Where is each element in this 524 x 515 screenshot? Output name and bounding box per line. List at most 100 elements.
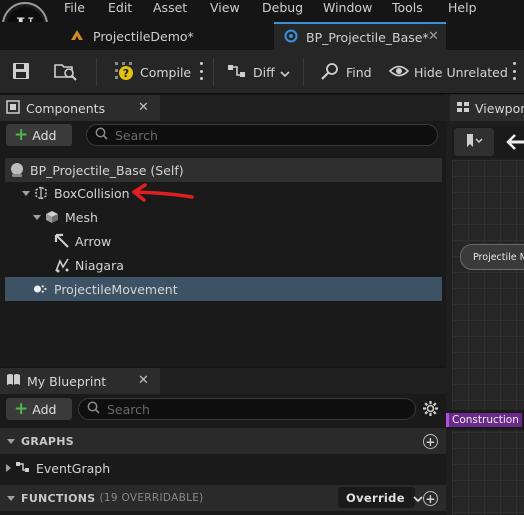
add-function-icon[interactable]: + [423,491,438,506]
event-graph-canvas[interactable] [452,160,524,515]
close-blueprint-icon[interactable]: ✕ [138,373,149,388]
toolbar-separator [213,58,214,86]
plus-icon: + [14,398,29,419]
search-placeholder: Search [115,127,158,143]
add-component-button[interactable]: + Add [6,124,72,146]
cube-icon [44,209,60,225]
toolbar-separator [96,58,97,86]
graphs-section-header[interactable]: GRAPHS + [0,428,446,454]
functions-count: (19 OVERRIDABLE) [99,492,204,504]
tree-item-mesh[interactable]: Mesh [5,205,442,229]
close-components-icon[interactable]: ✕ [138,100,149,115]
search-placeholder: Search [107,401,150,417]
add-member-button[interactable]: + Add [6,398,72,420]
document-tab-strip: ProjectileDemo* BP_Projectile_Base* ✕ [0,22,524,50]
hide-unrelated-button[interactable]: Hide Unrelated [388,58,508,86]
collapse-caret-icon [7,438,15,444]
blueprint-search-input[interactable]: Search [78,398,416,420]
tree-item-projectilemovement[interactable]: ProjectileMovement [5,277,442,301]
menu-debug[interactable]: Debug [262,0,303,15]
components-panel-header: Components ✕ [0,95,446,121]
menu-help[interactable]: Help [448,0,477,15]
tab-label: BP_Projectile_Base* [306,29,429,45]
tree-item-niagara[interactable]: Niagara [5,253,442,277]
hide-unrelated-icon [388,62,410,83]
save-button[interactable] [12,58,30,86]
bookmark-dropdown[interactable] [454,128,494,156]
book-icon [6,373,21,389]
back-arrow-icon[interactable] [506,133,524,154]
tree-item-arrow[interactable]: Arrow [5,229,442,253]
tab-projectile-demo[interactable]: ProjectileDemo* [70,22,270,50]
menu-edit[interactable]: Edit [108,0,132,15]
add-label: Add [32,127,57,143]
blueprint-icon [284,29,298,46]
menu-tools[interactable]: Tools [392,0,423,15]
tree-item-self[interactable]: BP_Projectile_Base (Self) [5,158,442,182]
expand-caret-icon [6,464,11,472]
menu-asset[interactable]: Asset [153,0,187,15]
expand-caret-icon [33,214,41,220]
override-dropdown[interactable]: Override [338,487,423,508]
construction-label: Construction Script [452,414,522,426]
diff-button[interactable]: Diff [227,58,290,86]
tab-bp-projectile-base[interactable]: BP_Projectile_Base* ✕ [274,22,446,50]
toolbar: ? Compile Diff Find Hide Unrelated [0,50,524,94]
menu-window[interactable]: Window [323,0,372,15]
blueprint-panel-header: My Blueprint ✕ [0,368,446,394]
node-label: Projectile Movement [473,251,524,263]
find-icon [320,62,340,83]
components-title: Components [26,100,106,116]
box-collision-icon [33,185,49,201]
compile-status-icon: ? [113,60,135,85]
menu-file[interactable]: File [64,0,85,15]
components-search-input[interactable]: Search [86,124,438,146]
tab-components[interactable]: Components ✕ [0,95,160,121]
tree-item-label: ProjectileMovement [54,281,178,297]
expand-caret-icon [22,190,30,196]
add-graph-icon[interactable]: + [423,434,438,449]
tree-item-label: Mesh [65,209,98,225]
functions-section-header[interactable]: FUNCTIONS (19 OVERRIDABLE) Override + [0,485,446,511]
graphs-label: GRAPHS [21,434,75,448]
projectile-movement-icon [33,281,49,297]
menu-bar: U File Edit Asset View Debug Window Tool… [0,0,524,48]
settings-gear-icon[interactable] [422,400,439,420]
tree-item-label: Arrow [75,233,112,249]
projectile-movement-node[interactable]: Projectile Movement [460,244,524,270]
tab-viewport[interactable]: Viewport [450,95,524,121]
browse-folder-icon [54,61,78,84]
viewport-panel-header: Viewport [446,95,524,121]
event-graph-label: EventGraph [36,460,111,476]
browse-button[interactable] [54,58,78,86]
chevron-down-icon [280,65,290,80]
close-tab-icon[interactable]: ✕ [428,29,439,44]
find-button[interactable]: Find [320,58,372,86]
chevron-down-icon [413,491,423,505]
save-icon [12,62,30,83]
event-graph-icon [15,460,31,477]
svg-text:?: ? [123,67,129,80]
add-label: Add [32,401,57,417]
compile-options-icon[interactable] [199,62,203,80]
compile-button[interactable]: ? Compile [113,58,191,86]
search-icon [95,127,108,143]
arrow-icon [54,233,70,249]
level-icon [70,29,84,44]
toolbar-options-icon[interactable] [512,62,516,80]
tree-item-boxcollision[interactable]: BoxCollision [5,181,442,205]
tree-item-label: Niagara [75,257,124,273]
tree-item-label: BP_Projectile_Base (Self) [30,162,184,178]
blueprint-title: My Blueprint [27,373,107,389]
menu-view[interactable]: View [210,0,240,15]
construction-script-tab[interactable]: Construction Script [446,410,524,430]
annotation-arrow-icon [132,183,194,202]
tree-item-label: BoxCollision [54,185,130,201]
graph-item-eventgraph[interactable]: EventGraph [0,456,446,480]
tab-my-blueprint[interactable]: My Blueprint ✕ [0,368,160,394]
compile-label: Compile [140,64,192,80]
functions-label: FUNCTIONS [21,491,96,505]
tab-label: ProjectileDemo* [93,28,194,44]
toolbar-separator [303,58,304,86]
self-icon [9,162,25,178]
